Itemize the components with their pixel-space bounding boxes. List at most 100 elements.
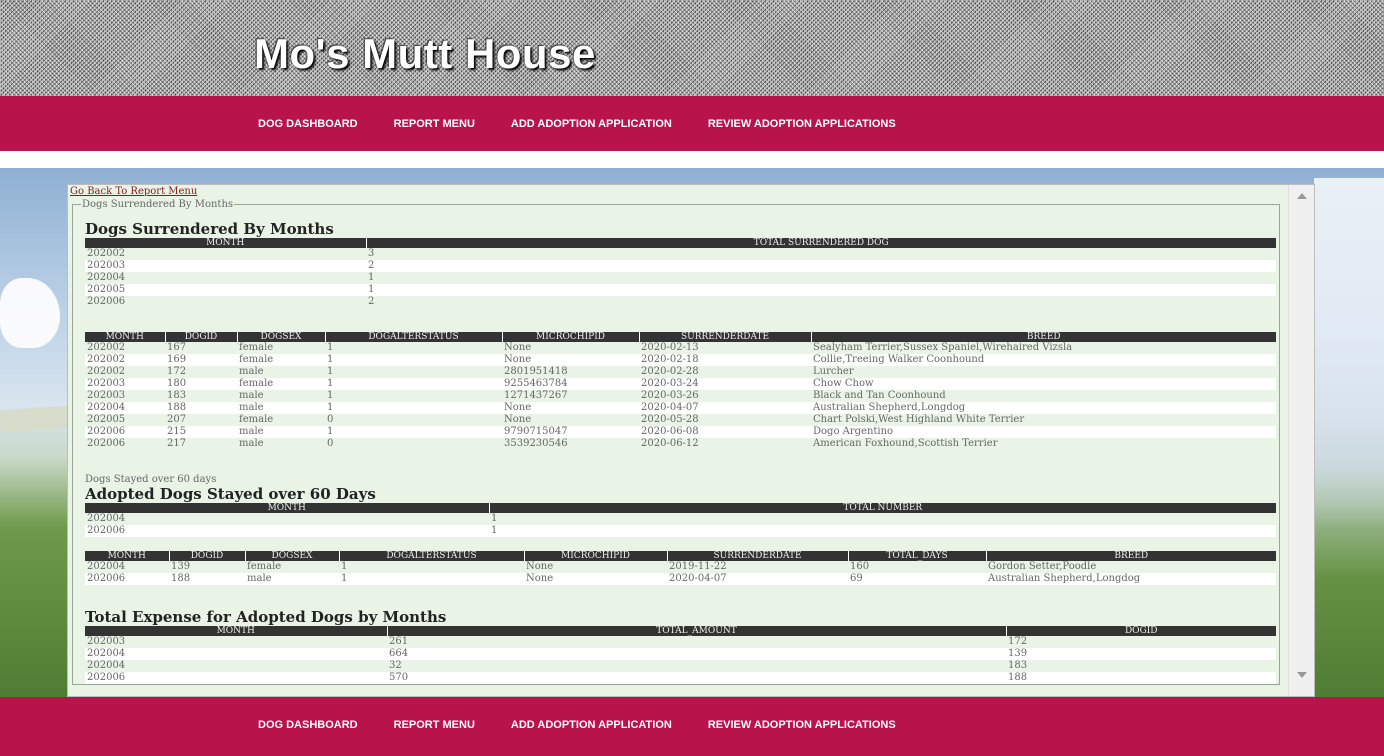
cloud-decoration [1314,178,1384,578]
table-row: 202004 188 male 1 None 2020-04-07 Australian S… [85,402,1276,414]
table-header-row: MONTH DOGID DOGSEX DOGALTERSTATUS MICROCHIPI… [85,551,1276,561]
table-cell: 202006 [85,426,165,438]
table-cell: 2020-04-07 [667,573,848,585]
back-to-report-menu-link[interactable]: Go Back To Report Menu [70,186,197,197]
table-cell: None [524,573,667,585]
column-header: DOGID [168,551,245,561]
report-fieldset: Dogs Surrendered By Months Dogs Surrende… [72,199,1280,685]
table-cell: Gordon Setter,Poodle [988,561,1097,572]
nav-report-menu[interactable]: REPORT MENU [394,719,475,731]
table-cell: 9255463784 [502,378,639,390]
table-cell: 2801951418 [504,366,568,377]
nav-review-adoption-applications[interactable]: REVIEW ADOPTION APPLICATIONS [708,118,896,130]
table-cell: 202006 [87,438,126,449]
table-cell: 202004 [87,272,126,283]
column-header: MONTH [85,238,366,248]
table-row: 202005 207 female 0 None 2020-05-28 Chart Pols… [85,414,1276,426]
table-cell: 217 [167,438,187,449]
scroll-up-arrow-icon[interactable] [1297,193,1307,199]
table-cell: 2 [366,260,1276,272]
table-cell: Australian Shepherd,Longdog [986,573,1276,585]
stayed-table: MONTH TOTAL NUMBER 202004 1 202006 1 [85,503,1276,537]
table-cell: 1 [489,525,1276,537]
table-cell: 188 [165,402,237,414]
table-cell: 202004 [87,561,126,572]
column-header: MONTH [85,503,489,513]
table-cell: None [502,354,639,366]
column-header: BREED [810,332,1276,342]
table-cell: 261 [389,636,409,647]
table-row: 202004 139 female 1 None 2019-11-22 160 Gordon … [85,561,1276,573]
table-cell: 202002 [87,248,126,259]
table-cell: 1 [368,272,375,283]
table-cell: 1 [491,513,498,524]
table-cell: 2020-03-24 [639,378,811,390]
table-row: 202004 32 183 [85,660,1276,672]
table-cell: male [237,402,325,414]
table-row: 202006 188 male 1 None 2020-04-07 69 Australian… [85,573,1276,585]
scroll-down-arrow-icon[interactable] [1297,672,1307,678]
table-cell: 207 [167,414,187,425]
surrendered-detail-table: MONTH DOGID DOGSEX DOGALTERSTATUS MICROCHIPI… [85,332,1276,450]
table-cell: 188 [1006,672,1276,684]
table-cell: 9790715047 [502,426,639,438]
column-header: MICROCHIPID [523,551,667,561]
vertical-scrollbar[interactable] [1288,185,1314,696]
table-cell: 32 [389,660,402,671]
table-cell: 2020-04-07 [639,402,811,414]
table-cell: 69 [848,573,986,585]
column-header: TOTAL SURRENDERED DOG [365,238,1276,248]
table-cell: 2020-02-28 [641,366,699,377]
table-row: 202006 217 male 0 3539230546 2020-06-12 Americ… [85,438,1276,450]
nav-review-adoption-applications[interactable]: REVIEW ADOPTION APPLICATIONS [708,719,896,731]
table-cell: Sealyham Terrier,Sussex Spaniel,Wirehair… [813,342,1073,353]
table-cell: 202004 [87,513,126,524]
table-cell: 202003 [85,378,165,390]
table-cell: Black and Tan Coonhound [813,390,946,401]
column-header: SURRENDERDATE [638,332,811,342]
table-cell: 202006 [87,296,126,307]
table-cell: Lurcher [813,366,854,377]
table-cell: 160 [850,561,870,572]
table-row: 202006 570 188 [85,672,1276,684]
table-cell: female [247,561,282,572]
table-row: 202002 172 male 1 2801951418 2020-02-28 Lurche… [85,366,1276,378]
surrendered-detail-section: MONTH DOGID DOGSEX DOGALTERSTATUS MICROCHIPI… [85,332,1276,450]
expense-section: Total Expense for Adopted Dogs by Months… [85,608,1276,684]
nav-dog-dashboard[interactable]: DOG DASHBOARD [258,719,358,731]
table-cell: 570 [387,672,1006,684]
table-cell: Chart Polski,West Highland White Terrier [813,414,1025,425]
bottom-nav: DOG DASHBOARD REPORT MENU ADD ADOPTION A… [0,697,1384,756]
report-frame[interactable]: Go Back To Report Menu Dogs Surrendered … [67,184,1315,697]
table-cell: female [239,342,274,353]
table-cell: 202002 [85,354,165,366]
table-row: 202003 183 male 1 1271437267 2020-03-26 Black … [85,390,1276,402]
table-cell: None [504,342,532,353]
column-header: MICROCHIPID [501,332,639,342]
table-cell: 183 [167,390,187,401]
table-cell: 183 [1008,660,1028,671]
table-cell: 2019-11-22 [669,561,727,572]
table-cell: 1 [327,390,334,401]
nav-add-adoption-application[interactable]: ADD ADOPTION APPLICATION [511,118,672,130]
table-cell: 1 [327,366,334,377]
nav-report-menu[interactable]: REPORT MENU [394,118,475,130]
table-cell: 202002 [87,366,126,377]
table-cell: 202004 [85,402,165,414]
nav-add-adoption-application[interactable]: ADD ADOPTION APPLICATION [511,719,672,731]
surrendered-section: Dogs Surrendered By Months MONTH TOTAL S… [85,220,1276,308]
column-header: MONTH [85,626,387,636]
table-cell: 1 [366,284,1276,296]
surrendered-table: MONTH TOTAL SURRENDERED DOG 202002 3 20200… [85,238,1276,308]
table-cell: 2020-05-28 [641,414,699,425]
table-header-row: MONTH TOTAL SURRENDERED DOG [85,238,1276,248]
expense-table: MONTH TOTAL_AMOUNT DOGID 202003 261 172 20200… [85,626,1276,684]
table-cell: 202005 [85,284,366,296]
table-cell: Dogo Argentino [811,426,1276,438]
table-row: 202002 169 female 1 None 2020-02-18 Collie,Tre… [85,354,1276,366]
column-header: SURRENDERDATE [666,551,848,561]
nav-dog-dashboard[interactable]: DOG DASHBOARD [258,118,358,130]
table-cell: 664 [387,648,1006,660]
site-title: Mo's Mutt House [254,30,596,77]
table-cell: male [239,438,264,449]
